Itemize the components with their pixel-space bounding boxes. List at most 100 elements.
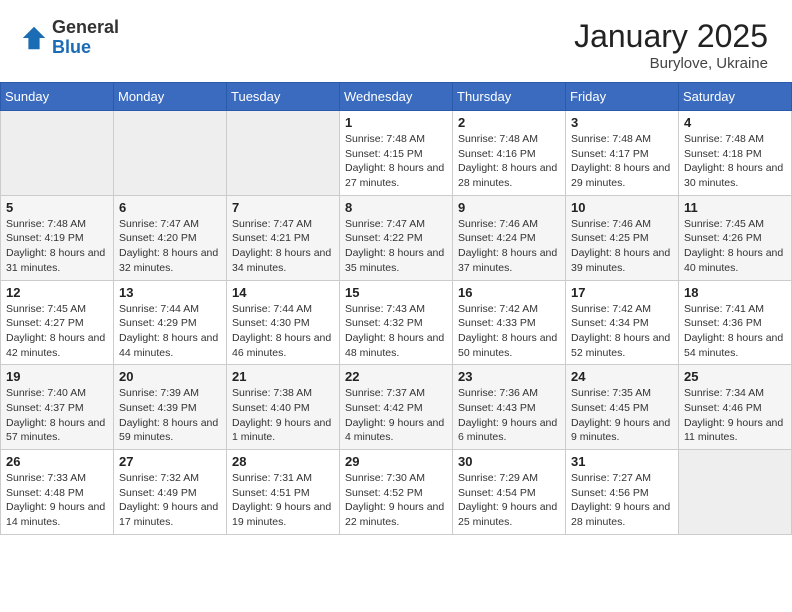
day-info: Sunrise: 7:33 AM Sunset: 4:48 PM Dayligh…	[6, 471, 108, 530]
day-info: Sunrise: 7:34 AM Sunset: 4:46 PM Dayligh…	[684, 386, 786, 445]
day-info: Sunrise: 7:40 AM Sunset: 4:37 PM Dayligh…	[6, 386, 108, 445]
day-info: Sunrise: 7:29 AM Sunset: 4:54 PM Dayligh…	[458, 471, 560, 530]
day-number: 12	[6, 285, 108, 300]
day-number: 19	[6, 369, 108, 384]
day-cell: 1 Sunrise: 7:48 AM Sunset: 4:15 PM Daylig…	[340, 111, 453, 196]
day-number: 21	[232, 369, 334, 384]
week-row-2: 5Sunrise: 7:48 AM Sunset: 4:19 PM Daylig…	[1, 195, 792, 280]
logo: General Blue	[20, 18, 119, 58]
day-number: 8	[345, 200, 447, 215]
day-number: 26	[6, 454, 108, 469]
day-cell: 24 Sunrise: 7:35 AM Sunset: 4:45 PM Dayli…	[566, 365, 679, 450]
day-cell: 12 Sunrise: 7:45 AM Sunset: 4:27 PM Dayli…	[1, 280, 114, 365]
logo-icon	[20, 24, 48, 52]
day-number: 7	[232, 200, 334, 215]
day-info: Sunrise: 7:37 AM Sunset: 4:42 PM Dayligh…	[345, 386, 447, 445]
day-info: Sunrise: 7:47 AM Sunset: 4:20 PM Dayligh…	[119, 217, 221, 276]
weekday-header-friday: Friday	[566, 83, 679, 111]
day-number: 11	[684, 200, 786, 215]
day-info: Sunrise: 7:44 AM Sunset: 4:29 PM Dayligh…	[119, 302, 221, 361]
day-number: 2	[458, 115, 560, 130]
day-number: 28	[232, 454, 334, 469]
day-cell	[227, 111, 340, 196]
day-info: Sunrise: 7:31 AM Sunset: 4:51 PM Dayligh…	[232, 471, 334, 530]
day-info: Sunrise: 7:35 AM Sunset: 4:45 PM Dayligh…	[571, 386, 673, 445]
day-number: 17	[571, 285, 673, 300]
day-cell: 18Sunrise: 7:41 AM Sunset: 4:36 PM Dayli…	[679, 280, 792, 365]
day-info: Sunrise: 7:48 AM Sunset: 4:15 PM Dayligh…	[345, 132, 447, 191]
day-number: 13	[119, 285, 221, 300]
day-cell	[1, 111, 114, 196]
weekday-header-saturday: Saturday	[679, 83, 792, 111]
day-number: 6	[119, 200, 221, 215]
day-cell: 28 Sunrise: 7:31 AM Sunset: 4:51 PM Dayli…	[227, 450, 340, 535]
day-cell: 27 Sunrise: 7:32 AM Sunset: 4:49 PM Dayli…	[114, 450, 227, 535]
day-number: 27	[119, 454, 221, 469]
day-number: 9	[458, 200, 560, 215]
day-cell: 26 Sunrise: 7:33 AM Sunset: 4:48 PM Dayli…	[1, 450, 114, 535]
day-cell: 13 Sunrise: 7:44 AM Sunset: 4:29 PM Dayli…	[114, 280, 227, 365]
day-number: 20	[119, 369, 221, 384]
day-info: Sunrise: 7:38 AM Sunset: 4:40 PM Dayligh…	[232, 386, 334, 445]
day-info: Sunrise: 7:45 AM Sunset: 4:26 PM Dayligh…	[684, 217, 786, 276]
logo-blue: Blue	[52, 37, 91, 57]
day-cell: 9 Sunrise: 7:46 AM Sunset: 4:24 PM Daylig…	[453, 195, 566, 280]
day-cell: 5Sunrise: 7:48 AM Sunset: 4:19 PM Daylig…	[1, 195, 114, 280]
day-info: Sunrise: 7:27 AM Sunset: 4:56 PM Dayligh…	[571, 471, 673, 530]
day-number: 31	[571, 454, 673, 469]
weekday-header-wednesday: Wednesday	[340, 83, 453, 111]
day-info: Sunrise: 7:48 AM Sunset: 4:18 PM Dayligh…	[684, 132, 786, 191]
day-number: 3	[571, 115, 673, 130]
day-info: Sunrise: 7:48 AM Sunset: 4:17 PM Dayligh…	[571, 132, 673, 191]
day-info: Sunrise: 7:42 AM Sunset: 4:34 PM Dayligh…	[571, 302, 673, 361]
day-cell	[114, 111, 227, 196]
weekday-header-sunday: Sunday	[1, 83, 114, 111]
day-cell: 22 Sunrise: 7:37 AM Sunset: 4:42 PM Dayli…	[340, 365, 453, 450]
day-cell: 4 Sunrise: 7:48 AM Sunset: 4:18 PM Daylig…	[679, 111, 792, 196]
week-row-5: 26 Sunrise: 7:33 AM Sunset: 4:48 PM Dayli…	[1, 450, 792, 535]
day-info: Sunrise: 7:46 AM Sunset: 4:24 PM Dayligh…	[458, 217, 560, 276]
week-row-3: 12 Sunrise: 7:45 AM Sunset: 4:27 PM Dayli…	[1, 280, 792, 365]
day-number: 1	[345, 115, 447, 130]
logo-text: General Blue	[52, 18, 119, 58]
day-cell: 21 Sunrise: 7:38 AM Sunset: 4:40 PM Dayli…	[227, 365, 340, 450]
weekday-header-thursday: Thursday	[453, 83, 566, 111]
location: Burylove, Ukraine	[574, 55, 768, 72]
day-info: Sunrise: 7:48 AM Sunset: 4:19 PM Dayligh…	[6, 217, 108, 276]
month-title: January 2025	[574, 18, 768, 55]
day-number: 23	[458, 369, 560, 384]
day-info: Sunrise: 7:45 AM Sunset: 4:27 PM Dayligh…	[6, 302, 108, 361]
day-cell: 16Sunrise: 7:42 AM Sunset: 4:33 PM Dayli…	[453, 280, 566, 365]
day-info: Sunrise: 7:36 AM Sunset: 4:43 PM Dayligh…	[458, 386, 560, 445]
day-cell: 30 Sunrise: 7:29 AM Sunset: 4:54 PM Dayli…	[453, 450, 566, 535]
page-header: General Blue January 2025 Burylove, Ukra…	[0, 0, 792, 82]
day-cell: 6 Sunrise: 7:47 AM Sunset: 4:20 PM Daylig…	[114, 195, 227, 280]
day-cell	[679, 450, 792, 535]
day-number: 14	[232, 285, 334, 300]
day-cell: 2Sunrise: 7:48 AM Sunset: 4:16 PM Daylig…	[453, 111, 566, 196]
day-cell: 17 Sunrise: 7:42 AM Sunset: 4:34 PM Dayli…	[566, 280, 679, 365]
day-info: Sunrise: 7:44 AM Sunset: 4:30 PM Dayligh…	[232, 302, 334, 361]
weekday-header-row: SundayMondayTuesdayWednesdayThursdayFrid…	[1, 83, 792, 111]
day-cell: 19 Sunrise: 7:40 AM Sunset: 4:37 PM Dayli…	[1, 365, 114, 450]
day-number: 22	[345, 369, 447, 384]
day-info: Sunrise: 7:46 AM Sunset: 4:25 PM Dayligh…	[571, 217, 673, 276]
day-number: 10	[571, 200, 673, 215]
day-cell: 11 Sunrise: 7:45 AM Sunset: 4:26 PM Dayli…	[679, 195, 792, 280]
weekday-header-tuesday: Tuesday	[227, 83, 340, 111]
day-cell: 8Sunrise: 7:47 AM Sunset: 4:22 PM Daylig…	[340, 195, 453, 280]
day-info: Sunrise: 7:39 AM Sunset: 4:39 PM Dayligh…	[119, 386, 221, 445]
day-cell: 29Sunrise: 7:30 AM Sunset: 4:52 PM Dayli…	[340, 450, 453, 535]
day-info: Sunrise: 7:32 AM Sunset: 4:49 PM Dayligh…	[119, 471, 221, 530]
day-cell: 25Sunrise: 7:34 AM Sunset: 4:46 PM Dayli…	[679, 365, 792, 450]
day-number: 18	[684, 285, 786, 300]
logo-general: General	[52, 17, 119, 37]
day-number: 4	[684, 115, 786, 130]
title-block: January 2025 Burylove, Ukraine	[574, 18, 768, 72]
day-number: 30	[458, 454, 560, 469]
day-number: 24	[571, 369, 673, 384]
day-info: Sunrise: 7:47 AM Sunset: 4:21 PM Dayligh…	[232, 217, 334, 276]
day-cell: 15Sunrise: 7:43 AM Sunset: 4:32 PM Dayli…	[340, 280, 453, 365]
day-cell: 10 Sunrise: 7:46 AM Sunset: 4:25 PM Dayli…	[566, 195, 679, 280]
day-info: Sunrise: 7:43 AM Sunset: 4:32 PM Dayligh…	[345, 302, 447, 361]
